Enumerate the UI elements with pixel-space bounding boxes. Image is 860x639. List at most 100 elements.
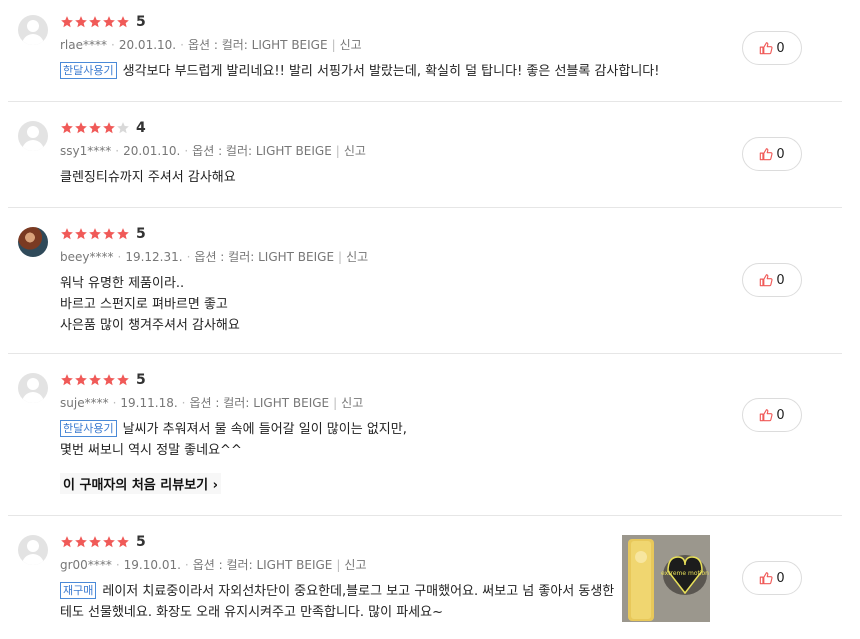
review-text: 한달사용기 날씨가 추워져서 물 속에 들어갈 일이 많이는 없지만, 몇번 써보… [60,419,407,461]
photo-label: extreme motion [661,570,709,577]
divider [8,101,842,102]
star-filled-icon [117,536,129,548]
review-list: 5 rlae**** · 20.01.10. · 옵션 : 컬러: LIGHT BEIG… [0,0,860,639]
rating: 5 [60,371,146,389]
star-filled-icon [89,122,101,134]
star-filled-icon [61,16,73,28]
report-link[interactable]: 신고 [340,38,362,52]
star-filled-icon [61,536,73,548]
avatar [18,121,48,151]
report-link[interactable]: 신고 [344,558,366,572]
star-empty-icon [117,122,129,134]
review-date: 20.01.10. [118,38,177,52]
rating: 4 [60,119,146,137]
review-line: 생각보다 부드럽게 발리네요!! 발리 서핑가서 발랐는데, 확실히 덜 탑니다… [122,64,660,79]
avatar [18,15,48,45]
star-filled-icon [117,228,129,240]
thumbs-up-icon [760,409,773,422]
review-line: 날씨가 추워져서 물 속에 들어갈 일이 많이는 없지만, [122,422,407,437]
purchase-option: 옵션 : 컬러: LIGHT BEIGE [192,144,332,158]
review-line: 클렌징티슈까지 주셔서 감사해요 [60,170,236,185]
like-button[interactable]: 0 [742,31,802,65]
first-review-link[interactable]: 이 구매자의 처음 리뷰보기 › [60,473,222,494]
chevron-right-icon: › [212,478,219,493]
star-filled-icon [117,16,129,28]
star-filled-icon [75,228,87,240]
divider [8,207,842,208]
review-text: 재구매 레이저 치료중이라서 자외선차단이 중요한데,블로그 보고 구매했어요. … [60,581,614,623]
divider [8,515,842,516]
review-date: 19.12.31. [125,250,183,264]
user-id: suje**** [60,396,109,410]
rating-score: 5 [136,226,146,242]
review-meta: ssy1**** · 20.01.10. · 옵션 : 컬러: LIGHT BEIGE |… [60,144,366,158]
star-filled-icon [61,374,73,386]
review-meta: suje**** · 19.11.18. · 옵션 : 컬러: LIGHT BEIGE |… [60,396,364,410]
thumbs-up-icon [760,572,773,585]
star-filled-icon [75,122,87,134]
review-meta: rlae**** · 20.01.10. · 옵션 : 컬러: LIGHT BEIGE |… [60,38,362,52]
review-date: 19.10.01. [123,558,181,572]
star-filled-icon [103,374,115,386]
rating: 5 [60,533,146,551]
report-link[interactable]: 신고 [346,250,368,264]
rating-score: 5 [136,14,146,30]
review-photo[interactable]: extreme motion [622,535,710,622]
star-filled-icon [89,374,101,386]
review-line: 레이저 치료중이라서 자외선차단이 중요한데,블로그 보고 구매했어요. 써보고… [102,584,615,599]
user-id: ssy1**** [60,144,112,158]
star-filled-icon [89,228,101,240]
like-button[interactable]: 0 [742,561,802,595]
star-filled-icon [103,228,115,240]
product-photo-image: extreme motion [622,535,710,622]
divider [8,353,842,354]
star-rating [60,15,130,29]
star-filled-icon [75,374,87,386]
review-line: 몇번 써보니 역시 정말 좋네요^^ [60,443,242,458]
thumbs-up-icon [760,42,773,55]
rating: 5 [60,225,146,243]
avatar [18,227,48,257]
user-id: rlae**** [60,38,108,52]
like-button[interactable]: 0 [742,398,802,432]
star-rating [60,535,130,549]
rating: 5 [60,13,146,31]
like-count: 0 [776,570,785,586]
rating-score: 4 [136,120,146,136]
rating-score: 5 [136,534,146,550]
user-id: gr00**** [60,558,112,572]
star-rating [60,227,130,241]
star-rating [60,121,130,135]
star-filled-icon [75,536,87,548]
star-filled-icon [75,16,87,28]
star-filled-icon [103,122,115,134]
review-tag: 한달사용기 [60,62,117,79]
purchase-option: 옵션 : 컬러: LIGHT BEIGE [192,558,333,572]
like-count: 0 [776,146,785,162]
star-filled-icon [61,228,73,240]
star-filled-icon [103,16,115,28]
purchase-option: 옵션 : 컬러: LIGHT BEIGE [194,250,335,264]
review-line: 테도 선물했네요. 화장도 오래 유지시켜주고 만족합니다. 많이 파세요~ [60,605,443,620]
like-count: 0 [776,272,785,288]
review-text: 워낙 유명한 제품이라.. 바르고 스펀지로 펴바르면 좋고 사은품 많이 챙겨… [60,273,240,336]
like-button[interactable]: 0 [742,263,802,297]
like-button[interactable]: 0 [742,137,802,171]
report-link[interactable]: 신고 [344,144,366,158]
like-count: 0 [776,40,785,56]
purchase-option: 옵션 : 컬러: LIGHT BEIGE [189,396,330,410]
star-rating [60,373,130,387]
review-meta: beey**** · 19.12.31. · 옵션 : 컬러: LIGHT BEIGE |… [60,250,369,264]
review-line: 바르고 스펀지로 펴바르면 좋고 [60,297,228,312]
avatar [18,373,48,403]
review-date: 20.01.10. [123,144,181,158]
star-filled-icon [89,536,101,548]
star-filled-icon [117,374,129,386]
like-count: 0 [776,407,785,423]
review-text: 클렌징티슈까지 주셔서 감사해요 [60,167,236,188]
star-filled-icon [89,16,101,28]
rating-score: 5 [136,372,146,388]
report-link[interactable]: 신고 [341,396,363,410]
star-filled-icon [61,122,73,134]
review-meta: gr00**** · 19.10.01. · 옵션 : 컬러: LIGHT BEIGE |… [60,558,367,572]
